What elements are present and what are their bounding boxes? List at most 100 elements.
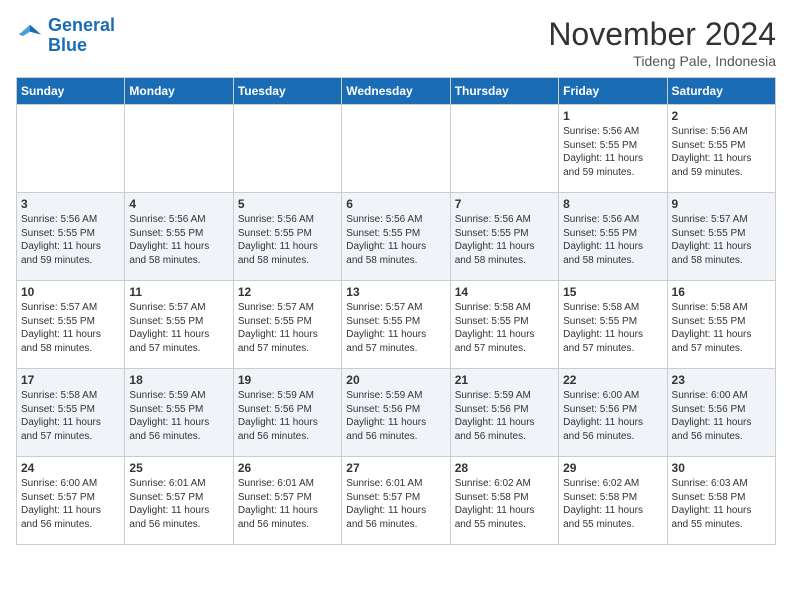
- calendar-cell: 11 Sunrise: 5:57 AM Sunset: 5:55 PM Dayli…: [125, 281, 233, 369]
- calendar-cell: 4 Sunrise: 5:56 AM Sunset: 5:55 PM Daylig…: [125, 193, 233, 281]
- day-info: Sunrise: 5:57 AM Sunset: 5:55 PM Dayligh…: [21, 301, 120, 355]
- day-number: 2: [672, 109, 771, 123]
- calendar-cell: 27 Sunrise: 6:01 AM Sunset: 5:57 PM Dayli…: [342, 457, 450, 545]
- day-info: Sunrise: 5:56 AM Sunset: 5:55 PM Dayligh…: [672, 125, 771, 179]
- day-info: Sunrise: 5:56 AM Sunset: 5:55 PM Dayligh…: [238, 213, 337, 267]
- day-info: Sunrise: 5:58 AM Sunset: 5:55 PM Dayligh…: [21, 389, 120, 443]
- day-number: 16: [672, 285, 771, 299]
- day-number: 18: [129, 373, 228, 387]
- weekday-header: Friday: [559, 78, 667, 105]
- calendar-cell: 18 Sunrise: 5:59 AM Sunset: 5:55 PM Dayli…: [125, 369, 233, 457]
- calendar-cell: 24 Sunrise: 6:00 AM Sunset: 5:57 PM Dayli…: [17, 457, 125, 545]
- calendar-header: SundayMondayTuesdayWednesdayThursdayFrid…: [17, 78, 776, 105]
- day-info: Sunrise: 5:58 AM Sunset: 5:55 PM Dayligh…: [455, 301, 554, 355]
- day-number: 26: [238, 461, 337, 475]
- calendar-cell: 7 Sunrise: 5:56 AM Sunset: 5:55 PM Daylig…: [450, 193, 558, 281]
- calendar-cell: 23Sunrise: 6:00 AM Sunset: 5:56 PM Dayli…: [667, 369, 775, 457]
- day-number: 25: [129, 461, 228, 475]
- calendar-cell: 15Sunrise: 5:58 AM Sunset: 5:55 PM Dayli…: [559, 281, 667, 369]
- calendar-cell: 19 Sunrise: 5:59 AM Sunset: 5:56 PM Dayli…: [233, 369, 341, 457]
- calendar-cell: 16 Sunrise: 5:58 AM Sunset: 5:55 PM Dayli…: [667, 281, 775, 369]
- calendar-body: 1 Sunrise: 5:56 AM Sunset: 5:55 PM Daylig…: [17, 105, 776, 545]
- calendar-week-row: 10 Sunrise: 5:57 AM Sunset: 5:55 PM Dayli…: [17, 281, 776, 369]
- day-number: 15: [563, 285, 662, 299]
- weekday-header: Thursday: [450, 78, 558, 105]
- day-info: Sunrise: 6:03 AM Sunset: 5:58 PM Dayligh…: [672, 477, 771, 531]
- day-info: Sunrise: 5:59 AM Sunset: 5:56 PM Dayligh…: [346, 389, 445, 443]
- day-number: 27: [346, 461, 445, 475]
- calendar-cell: [17, 105, 125, 193]
- calendar-cell: 20 Sunrise: 5:59 AM Sunset: 5:56 PM Dayli…: [342, 369, 450, 457]
- calendar-week-row: 24 Sunrise: 6:00 AM Sunset: 5:57 PM Dayli…: [17, 457, 776, 545]
- calendar-week-row: 3 Sunrise: 5:56 AM Sunset: 5:55 PM Daylig…: [17, 193, 776, 281]
- day-info: Sunrise: 5:57 AM Sunset: 5:55 PM Dayligh…: [129, 301, 228, 355]
- day-info: Sunrise: 6:02 AM Sunset: 5:58 PM Dayligh…: [455, 477, 554, 531]
- weekday-header: Tuesday: [233, 78, 341, 105]
- calendar-cell: 8 Sunrise: 5:56 AM Sunset: 5:55 PM Daylig…: [559, 193, 667, 281]
- calendar-cell: [342, 105, 450, 193]
- calendar-cell: 28 Sunrise: 6:02 AM Sunset: 5:58 PM Dayli…: [450, 457, 558, 545]
- calendar-cell: 29Sunrise: 6:02 AM Sunset: 5:58 PM Dayli…: [559, 457, 667, 545]
- month-title: November 2024: [548, 16, 776, 53]
- calendar-cell: 17Sunrise: 5:58 AM Sunset: 5:55 PM Dayli…: [17, 369, 125, 457]
- day-info: Sunrise: 5:57 AM Sunset: 5:55 PM Dayligh…: [238, 301, 337, 355]
- day-number: 9: [672, 197, 771, 211]
- day-info: Sunrise: 5:57 AM Sunset: 5:55 PM Dayligh…: [672, 213, 771, 267]
- calendar-cell: [125, 105, 233, 193]
- calendar-cell: 6Sunrise: 5:56 AM Sunset: 5:55 PM Daylig…: [342, 193, 450, 281]
- day-info: Sunrise: 5:57 AM Sunset: 5:55 PM Dayligh…: [346, 301, 445, 355]
- day-info: Sunrise: 6:01 AM Sunset: 5:57 PM Dayligh…: [129, 477, 228, 531]
- calendar-cell: 14 Sunrise: 5:58 AM Sunset: 5:55 PM Dayli…: [450, 281, 558, 369]
- day-info: Sunrise: 5:56 AM Sunset: 5:55 PM Dayligh…: [129, 213, 228, 267]
- calendar-cell: 30Sunrise: 6:03 AM Sunset: 5:58 PM Dayli…: [667, 457, 775, 545]
- day-number: 11: [129, 285, 228, 299]
- calendar-week-row: 1 Sunrise: 5:56 AM Sunset: 5:55 PM Daylig…: [17, 105, 776, 193]
- calendar-cell: 5Sunrise: 5:56 AM Sunset: 5:55 PM Daylig…: [233, 193, 341, 281]
- calendar-cell: 1Sunrise: 5:56 AM Sunset: 5:55 PM Daylig…: [559, 105, 667, 193]
- weekday-header: Saturday: [667, 78, 775, 105]
- day-info: Sunrise: 5:56 AM Sunset: 5:55 PM Dayligh…: [21, 213, 120, 267]
- logo-text: General Blue: [48, 16, 115, 56]
- day-info: Sunrise: 6:01 AM Sunset: 5:57 PM Dayligh…: [346, 477, 445, 531]
- weekday-header: Sunday: [17, 78, 125, 105]
- day-number: 1: [563, 109, 662, 123]
- day-number: 14: [455, 285, 554, 299]
- weekday-row: SundayMondayTuesdayWednesdayThursdayFrid…: [17, 78, 776, 105]
- weekday-header: Wednesday: [342, 78, 450, 105]
- logo: General Blue: [16, 16, 115, 56]
- page-header: General Blue November 2024 Tideng Pale, …: [16, 16, 776, 69]
- day-number: 7: [455, 197, 554, 211]
- day-info: Sunrise: 5:59 AM Sunset: 5:56 PM Dayligh…: [238, 389, 337, 443]
- day-info: Sunrise: 5:59 AM Sunset: 5:55 PM Dayligh…: [129, 389, 228, 443]
- logo-line2: Blue: [48, 35, 87, 55]
- calendar-cell: [450, 105, 558, 193]
- day-info: Sunrise: 5:56 AM Sunset: 5:55 PM Dayligh…: [346, 213, 445, 267]
- day-number: 22: [563, 373, 662, 387]
- calendar-cell: 2 Sunrise: 5:56 AM Sunset: 5:55 PM Daylig…: [667, 105, 775, 193]
- day-number: 10: [21, 285, 120, 299]
- day-number: 19: [238, 373, 337, 387]
- day-number: 21: [455, 373, 554, 387]
- day-number: 20: [346, 373, 445, 387]
- day-info: Sunrise: 5:56 AM Sunset: 5:55 PM Dayligh…: [563, 213, 662, 267]
- calendar-cell: 12Sunrise: 5:57 AM Sunset: 5:55 PM Dayli…: [233, 281, 341, 369]
- calendar-cell: 26 Sunrise: 6:01 AM Sunset: 5:57 PM Dayli…: [233, 457, 341, 545]
- day-number: 8: [563, 197, 662, 211]
- day-info: Sunrise: 6:00 AM Sunset: 5:57 PM Dayligh…: [21, 477, 120, 531]
- day-number: 4: [129, 197, 228, 211]
- day-number: 29: [563, 461, 662, 475]
- day-info: Sunrise: 6:01 AM Sunset: 5:57 PM Dayligh…: [238, 477, 337, 531]
- day-number: 28: [455, 461, 554, 475]
- day-info: Sunrise: 5:56 AM Sunset: 5:55 PM Dayligh…: [455, 213, 554, 267]
- calendar-cell: 3 Sunrise: 5:56 AM Sunset: 5:55 PM Daylig…: [17, 193, 125, 281]
- day-info: Sunrise: 5:58 AM Sunset: 5:55 PM Dayligh…: [672, 301, 771, 355]
- weekday-header: Monday: [125, 78, 233, 105]
- day-info: Sunrise: 6:00 AM Sunset: 5:56 PM Dayligh…: [563, 389, 662, 443]
- location: Tideng Pale, Indonesia: [548, 53, 776, 69]
- day-number: 3: [21, 197, 120, 211]
- calendar-cell: 22 Sunrise: 6:00 AM Sunset: 5:56 PM Dayli…: [559, 369, 667, 457]
- day-number: 24: [21, 461, 120, 475]
- calendar-cell: [233, 105, 341, 193]
- title-block: November 2024 Tideng Pale, Indonesia: [548, 16, 776, 69]
- day-number: 13: [346, 285, 445, 299]
